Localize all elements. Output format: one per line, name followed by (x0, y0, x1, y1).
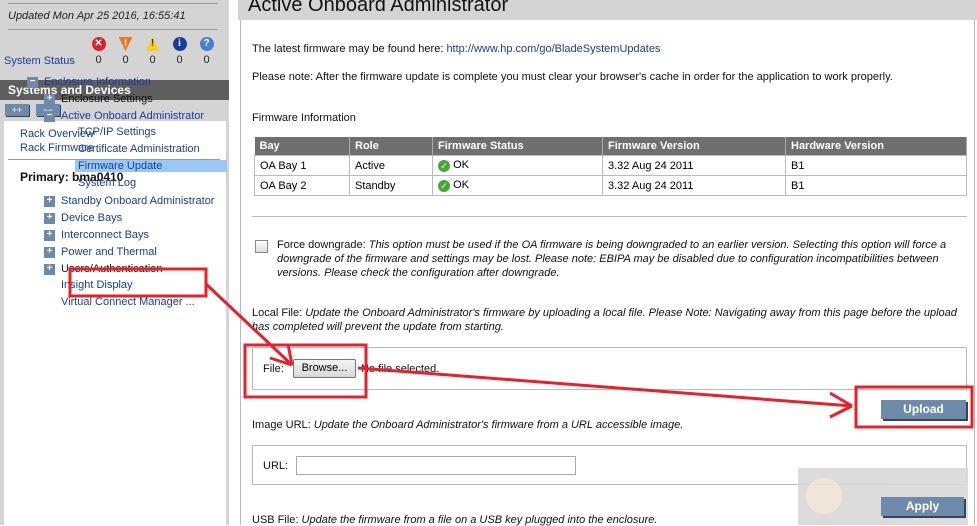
highlight-box (68, 267, 208, 298)
arrow (204, 282, 294, 367)
arrow (357, 366, 853, 419)
highlight-box (854, 385, 974, 429)
highlight-box (243, 343, 368, 399)
annotation-overlay (68, 267, 974, 429)
